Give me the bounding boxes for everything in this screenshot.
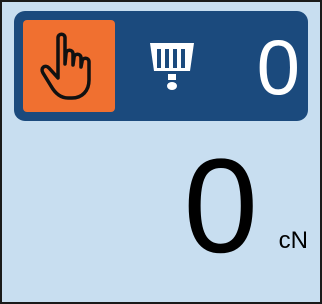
count-value: 0 bbox=[256, 23, 300, 111]
manual-mode-button[interactable] bbox=[23, 20, 115, 112]
tension-unit: cN bbox=[278, 227, 308, 254]
header-bar: 0 bbox=[14, 11, 308, 121]
comb-sensor-icon bbox=[150, 43, 194, 90]
hand-pointer-icon bbox=[40, 32, 91, 100]
tension-display-panel: 0 0 cN bbox=[0, 0, 322, 304]
tension-value: 0 bbox=[183, 132, 258, 281]
